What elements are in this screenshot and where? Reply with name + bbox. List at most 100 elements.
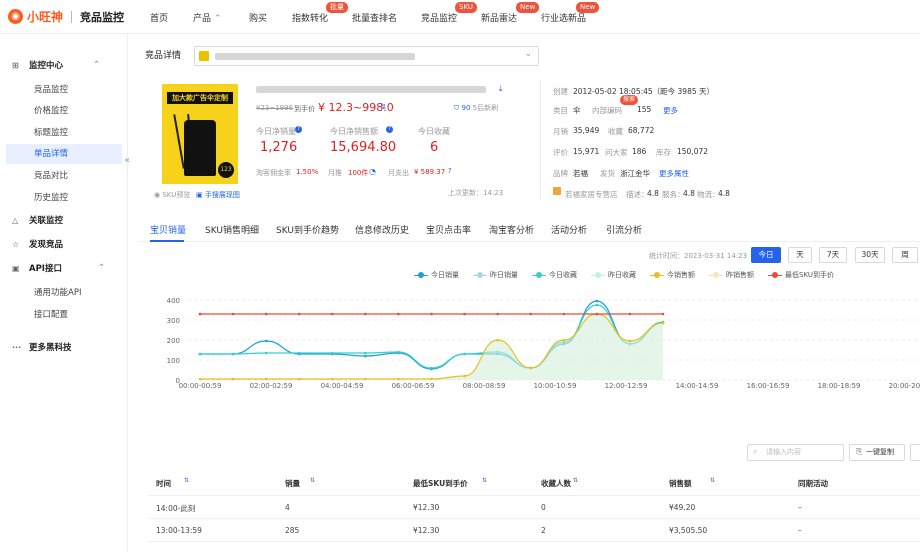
sort-icon[interactable]: ⇅ — [310, 477, 315, 484]
data-point[interactable] — [430, 377, 433, 381]
tab-sku-price-trend[interactable]: SKU到手价趋势 — [276, 223, 339, 236]
data-point[interactable] — [264, 339, 268, 343]
data-point[interactable] — [397, 312, 400, 316]
manual-search-view[interactable]: ▣ 手搜展现图 — [196, 190, 240, 200]
data-point[interactable] — [297, 377, 301, 381]
data-point[interactable] — [364, 354, 367, 358]
export-button[interactable] — [910, 444, 920, 461]
nav-home[interactable]: 首页 — [150, 11, 168, 24]
th-time[interactable]: 时间 — [156, 478, 171, 489]
data-point[interactable] — [198, 352, 202, 356]
data-point[interactable] — [231, 312, 235, 316]
product-select[interactable]: ⌄ — [194, 46, 539, 66]
data-point[interactable] — [661, 312, 665, 316]
th-favorites[interactable]: 收藏人数 — [541, 478, 571, 489]
info-icon[interactable]: ? — [448, 167, 452, 175]
legend-item[interactable]: 今日销量 — [414, 270, 459, 280]
tab-taoke[interactable]: 淘宝客分析 — [489, 223, 534, 236]
more-link[interactable]: 更多 — [663, 105, 678, 116]
data-point[interactable] — [397, 377, 400, 381]
brand-logo[interactable]: ◉ 小旺神 竞品监控 — [8, 8, 124, 25]
sidebar-group-discover[interactable]: ☆ 发现竞品 — [12, 238, 63, 251]
data-point[interactable] — [297, 312, 301, 316]
data-point[interactable] — [330, 312, 334, 316]
range-day-button[interactable]: 天 — [788, 247, 812, 263]
table-search-input[interactable]: 请输入内容 — [747, 444, 844, 461]
sidebar-item-api-general[interactable]: 通用功能API — [34, 286, 81, 298]
data-point[interactable] — [297, 351, 301, 355]
data-point[interactable] — [264, 312, 268, 316]
data-point[interactable] — [496, 312, 499, 316]
collapse-sidebar-icon[interactable]: « — [124, 155, 130, 166]
sidebar-group-api[interactable]: ▣ API接口 ⌃ — [12, 262, 105, 274]
data-point[interactable] — [595, 303, 599, 307]
range-week-button[interactable]: 周 — [892, 247, 918, 263]
sidebar-group-related[interactable]: △ 关联监控 — [12, 214, 63, 227]
data-point[interactable] — [628, 312, 632, 316]
range-7d-button[interactable]: 7天 — [819, 247, 847, 263]
more-attrs-link[interactable]: 更多属性 — [659, 168, 689, 179]
data-point[interactable] — [430, 366, 433, 370]
nav-competitor-monitor[interactable]: 竞品监控 — [421, 11, 457, 24]
tab-activity[interactable]: 活动分析 — [551, 223, 587, 236]
nav-buy[interactable]: 购买 — [249, 11, 267, 24]
tab-sales[interactable]: 宝贝销量 — [150, 223, 186, 236]
sort-icon[interactable]: ⇅ — [482, 477, 487, 484]
shop-name[interactable]: 若福家居专营店 — [565, 189, 618, 200]
data-point[interactable] — [529, 366, 533, 370]
legend-item[interactable]: 昨销售额 — [709, 270, 754, 280]
product-image[interactable]: 加大款广告伞定制 123 — [162, 84, 238, 184]
th-revenue[interactable]: 销售额 — [669, 478, 692, 489]
download-icon[interactable]: ⤓ — [499, 84, 503, 94]
nav-batch-rank[interactable]: 批量查排名 — [352, 11, 397, 24]
sidebar-item-api-config[interactable]: 接口配置 — [34, 308, 68, 320]
tab-ctr[interactable]: 宝贝点击率 — [426, 223, 471, 236]
sort-icon[interactable]: ⇅ — [184, 477, 189, 484]
data-point[interactable] — [463, 312, 466, 316]
range-30d-button[interactable]: 30天 — [855, 247, 885, 263]
sidebar-item-compare[interactable]: 竞品对比 — [34, 169, 68, 181]
data-point[interactable] — [628, 339, 632, 343]
data-point[interactable] — [264, 351, 268, 355]
data-point[interactable] — [198, 377, 202, 381]
sidebar-item-title[interactable]: 标题监控 — [34, 126, 68, 138]
nav-index-convert[interactable]: 指数转化 — [292, 11, 328, 24]
nav-new-radar[interactable]: 新品雷达 — [481, 11, 517, 24]
sidebar-item-detail[interactable]: 单品详情 — [34, 147, 68, 159]
sku-preview[interactable]: ◉ SKU预览 — [154, 190, 190, 200]
sidebar-group-more[interactable]: ··· 更多黑科技 — [12, 341, 72, 354]
sort-icon[interactable]: ⇅ — [710, 477, 715, 484]
nav-products[interactable]: 产品 ⌃ — [193, 11, 221, 24]
data-point[interactable] — [330, 351, 334, 355]
tab-edit-history[interactable]: 信息修改历史 — [355, 223, 409, 236]
data-point[interactable] — [198, 312, 202, 316]
sidebar-item-price[interactable]: 价格监控 — [34, 104, 68, 116]
legend-item[interactable]: 今销售额 — [650, 270, 695, 280]
legend-item[interactable]: 最低SKU到手价 — [768, 270, 834, 280]
sidebar-group-monitor[interactable]: ⊞ 监控中心 ⌃ — [12, 59, 100, 71]
tab-traffic[interactable]: 引流分析 — [606, 223, 642, 236]
help-icon[interactable]: ? — [295, 126, 302, 133]
data-point[interactable] — [231, 377, 235, 381]
data-point[interactable] — [397, 350, 400, 354]
legend-item[interactable]: 昨日销量 — [473, 270, 518, 280]
sidebar-item-history[interactable]: 历史监控 — [34, 191, 68, 203]
tab-sku-detail[interactable]: SKU销售明细 — [205, 223, 259, 236]
data-point[interactable] — [496, 338, 499, 342]
legend-item[interactable]: 今日收藏 — [532, 270, 577, 280]
sidebar-item-competitor[interactable]: 竞品监控 — [34, 83, 68, 95]
data-point[interactable] — [463, 352, 466, 356]
legend-item[interactable]: 昨日收藏 — [591, 270, 636, 280]
data-point[interactable] — [661, 321, 665, 325]
data-point[interactable] — [529, 312, 533, 316]
data-point[interactable] — [430, 312, 433, 316]
data-point[interactable] — [595, 312, 599, 316]
data-point[interactable] — [364, 312, 367, 316]
data-point[interactable] — [595, 299, 599, 303]
data-point[interactable] — [364, 351, 367, 355]
help-icon[interactable]: ? — [386, 126, 393, 133]
data-point[interactable] — [463, 374, 466, 378]
th-sales[interactable]: 销量 — [285, 478, 300, 489]
data-point[interactable] — [330, 377, 334, 381]
range-today-button[interactable]: 今日 — [751, 247, 781, 263]
